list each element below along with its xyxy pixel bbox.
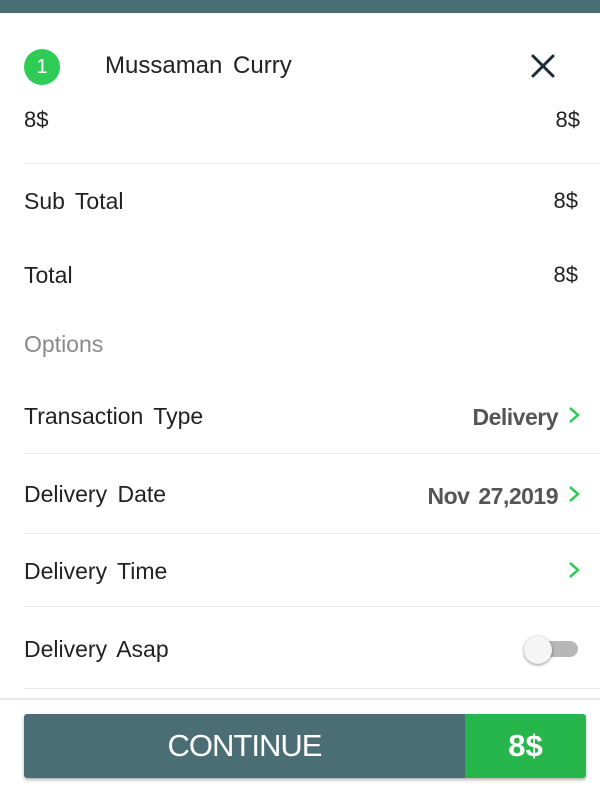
top-bar <box>0 0 600 13</box>
chevron-right-icon <box>569 486 580 502</box>
divider <box>24 163 600 164</box>
subtotal-label: Sub Total <box>24 188 124 214</box>
continue-button[interactable]: CONTINUE 8$ <box>24 714 586 778</box>
subtotal-value: 8$ <box>553 188 578 213</box>
divider <box>24 606 600 607</box>
transaction-type-value: Delivery <box>472 404 558 430</box>
total-value: 8$ <box>553 262 578 287</box>
toggle-knob[interactable] <box>524 636 552 664</box>
delivery-date-label: Delivery Date <box>24 481 167 507</box>
transaction-type-label: Transaction Type <box>24 403 204 429</box>
item-line-total: 8$ <box>555 107 580 132</box>
continue-label: CONTINUE <box>24 714 465 778</box>
delivery-date-row[interactable]: Delivery Date Nov 27,2019 <box>0 454 600 533</box>
chevron-right-icon <box>569 562 580 578</box>
delivery-time-row[interactable]: Delivery Time <box>0 534 600 606</box>
footer-separator <box>0 698 600 700</box>
remove-item-button[interactable] <box>526 49 560 83</box>
options-heading: Options <box>24 331 104 357</box>
continue-total: 8$ <box>465 714 586 778</box>
item-name: Mussaman Curry <box>105 52 292 79</box>
chevron-right-icon <box>569 407 580 423</box>
item-unit-price: 8$ <box>24 107 49 132</box>
transaction-type-row[interactable]: Transaction Type Delivery <box>0 380 600 453</box>
close-icon <box>531 54 555 78</box>
delivery-asap-label: Delivery Asap <box>24 636 169 662</box>
quantity-badge: 1 <box>24 49 60 85</box>
delivery-time-label: Delivery Time <box>24 558 168 584</box>
divider <box>24 688 600 689</box>
total-label: Total <box>24 262 73 288</box>
cart-item-row: 1 Mussaman Curry <box>0 13 600 119</box>
delivery-date-value: Nov 27,2019 <box>427 483 559 509</box>
